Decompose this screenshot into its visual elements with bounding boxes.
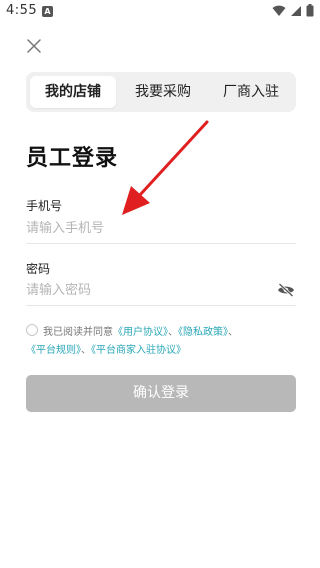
status-bar: 4:55 A: [0, 0, 320, 24]
agreement-text-line2: 《平台规则》、《平台商家入驻协议》: [26, 340, 186, 362]
tab-vendor-join[interactable]: 厂商入驻: [208, 76, 294, 108]
phone-divider: [26, 243, 296, 244]
status-icons: [272, 4, 314, 17]
agreement-prefix: 我已阅读并同意: [43, 327, 113, 338]
phone-input[interactable]: [26, 216, 276, 240]
page-title: 员工登录: [26, 146, 119, 171]
password-divider: [26, 305, 296, 306]
tab-purchase[interactable]: 我要采购: [120, 76, 206, 108]
wifi-icon: [272, 5, 286, 16]
close-button[interactable]: [24, 36, 44, 56]
login-screen: 4:55 A 我的店铺 我要采购 厂商入驻 员工登录 手机号 密: [0, 0, 320, 568]
password-input[interactable]: [26, 278, 276, 302]
close-icon: [27, 39, 41, 53]
eye-off-icon: [278, 283, 294, 297]
tab-my-store[interactable]: 我的店铺: [30, 76, 116, 108]
privacy-policy-link[interactable]: 《隐私政策》: [178, 327, 228, 338]
agreement-checkbox[interactable]: [26, 324, 38, 336]
merchant-agreement-link[interactable]: 《平台商家入驻协议》: [91, 345, 186, 356]
agreement-separator: 、: [168, 327, 178, 338]
battery-icon: [306, 4, 314, 17]
user-agreement-link[interactable]: 《用户协议》: [113, 327, 168, 338]
login-button[interactable]: 确认登录: [26, 375, 296, 412]
password-visibility-toggle[interactable]: [277, 282, 295, 297]
status-time: 4:55: [6, 3, 38, 18]
signal-icon: [291, 5, 301, 16]
role-tabs: 我的店铺 我要采购 厂商入驻: [26, 72, 296, 112]
notification-badge-icon: A: [42, 6, 53, 17]
phone-label: 手机号: [26, 199, 63, 213]
password-label: 密码: [26, 262, 51, 276]
platform-rules-link[interactable]: 《平台规则》: [26, 345, 81, 356]
agreement-separator: 、: [228, 327, 238, 338]
agreement-separator: 、: [81, 345, 91, 356]
